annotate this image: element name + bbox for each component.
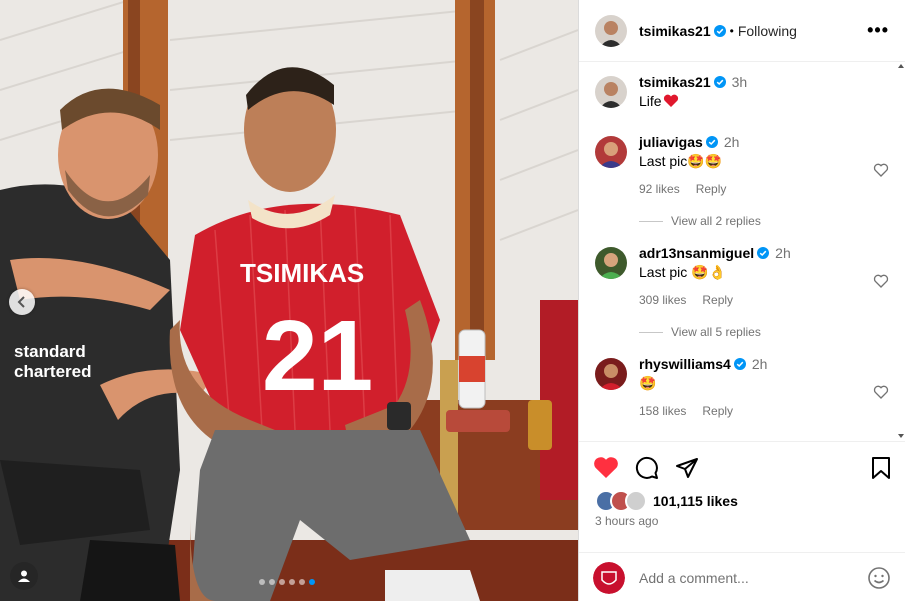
commenter-username[interactable]: adr13nsanmiguel	[639, 245, 754, 261]
previous-image-button[interactable]	[9, 289, 35, 315]
carousel-dot	[259, 579, 265, 585]
posted-time[interactable]: 3 hours ago	[595, 514, 658, 528]
comment-time[interactable]: 2h	[752, 356, 768, 372]
following-button[interactable]: Following	[738, 23, 797, 39]
comment-likes[interactable]: 309 likes	[639, 293, 686, 307]
verified-badge-icon	[713, 76, 726, 88]
comment-item: rhyswilliams4 2h 🤩 158 likes Reply	[595, 356, 889, 418]
caption-time[interactable]: 3h	[732, 74, 748, 90]
caption-text: Life	[639, 93, 747, 109]
more-options-icon[interactable]: •••	[867, 20, 889, 41]
verified-badge-icon	[705, 136, 718, 148]
comment-text: Last pic 🤩👌	[639, 264, 727, 280]
verified-badge-icon	[733, 358, 746, 370]
like-comment-heart-icon[interactable]	[873, 162, 889, 178]
carousel-dot	[289, 579, 295, 585]
author-avatar[interactable]	[595, 14, 627, 47]
author-avatar[interactable]	[595, 76, 627, 108]
caption-username[interactable]: tsimikas21	[639, 74, 711, 90]
post-details-panel: tsimikas21 • Following ••• tsimikas21 3h…	[578, 0, 905, 601]
commenter-avatar[interactable]	[595, 136, 627, 168]
separator-dot: •	[729, 23, 734, 38]
emoji-icon[interactable]	[867, 566, 891, 590]
commenter-avatar[interactable]	[595, 358, 627, 390]
red-heart-emoji-icon	[663, 94, 678, 107]
comment-time[interactable]: 2h	[775, 245, 791, 261]
comment-text: 🤩	[639, 375, 657, 391]
commenter-avatar[interactable]	[595, 247, 627, 279]
chevron-left-icon	[17, 296, 25, 308]
view-replies-button[interactable]: View all 5 replies	[639, 325, 761, 339]
author-username[interactable]: tsimikas21	[639, 23, 711, 39]
jersey-name: TSIMIKAS	[240, 258, 364, 288]
commenter-username[interactable]: juliavigas	[639, 134, 703, 150]
save-bookmark-icon[interactable]	[871, 456, 891, 480]
like-comment-heart-icon[interactable]	[873, 273, 889, 289]
user-icon	[18, 570, 30, 582]
current-user-avatar	[593, 562, 625, 594]
comment-icon[interactable]	[635, 456, 659, 480]
comment-item: adr13nsanmiguel 2h Last pic 🤩👌 309 likes…	[595, 245, 889, 307]
liker-avatars	[595, 490, 647, 512]
reply-button[interactable]: Reply	[702, 293, 733, 307]
like-heart-icon[interactable]	[593, 456, 619, 480]
reply-button[interactable]: Reply	[696, 182, 727, 196]
sponsor-text-1: standard	[14, 342, 86, 361]
comment-likes[interactable]: 92 likes	[639, 182, 680, 196]
caption: tsimikas21 3h Life	[595, 74, 889, 109]
post-header: tsimikas21 • Following •••	[579, 0, 905, 62]
carousel-dot	[269, 579, 275, 585]
carousel-dot-active	[309, 579, 315, 585]
verified-badge-icon	[713, 24, 726, 37]
tagged-users-button[interactable]	[10, 562, 38, 590]
comments-scrollbar[interactable]	[897, 62, 905, 440]
comment-likes[interactable]: 158 likes	[639, 404, 686, 418]
verified-badge-icon	[757, 247, 770, 259]
carousel-dot	[299, 579, 305, 585]
share-icon[interactable]	[675, 456, 699, 480]
post-actions: 101,115 likes 3 hours ago	[579, 441, 905, 602]
reply-button[interactable]: Reply	[702, 404, 733, 418]
likes-count[interactable]: 101,115 likes	[653, 493, 738, 509]
comment-text: Last pic🤩🤩	[639, 153, 723, 169]
view-replies-button[interactable]: View all 2 replies	[639, 214, 761, 228]
likes-summary[interactable]: 101,115 likes	[595, 490, 738, 512]
add-comment-input[interactable]	[637, 569, 867, 587]
post-photo[interactable]: standard chartered TSIMIKAS 21	[0, 0, 578, 601]
comments-list[interactable]: tsimikas21 3h Life juliavigas 2h Last pi…	[579, 62, 905, 440]
jersey-number: 21	[262, 300, 373, 412]
comment-time[interactable]: 2h	[724, 134, 740, 150]
like-comment-heart-icon[interactable]	[873, 384, 889, 400]
carousel-indicator	[259, 579, 315, 585]
carousel-dot	[279, 579, 285, 585]
sponsor-text-2: chartered	[14, 362, 91, 381]
comment-item: juliavigas 2h Last pic🤩🤩 92 likes Reply	[595, 134, 889, 196]
photo-illustration: standard chartered TSIMIKAS 21	[0, 0, 578, 601]
commenter-username[interactable]: rhyswilliams4	[639, 356, 731, 372]
add-comment-bar	[579, 552, 905, 603]
